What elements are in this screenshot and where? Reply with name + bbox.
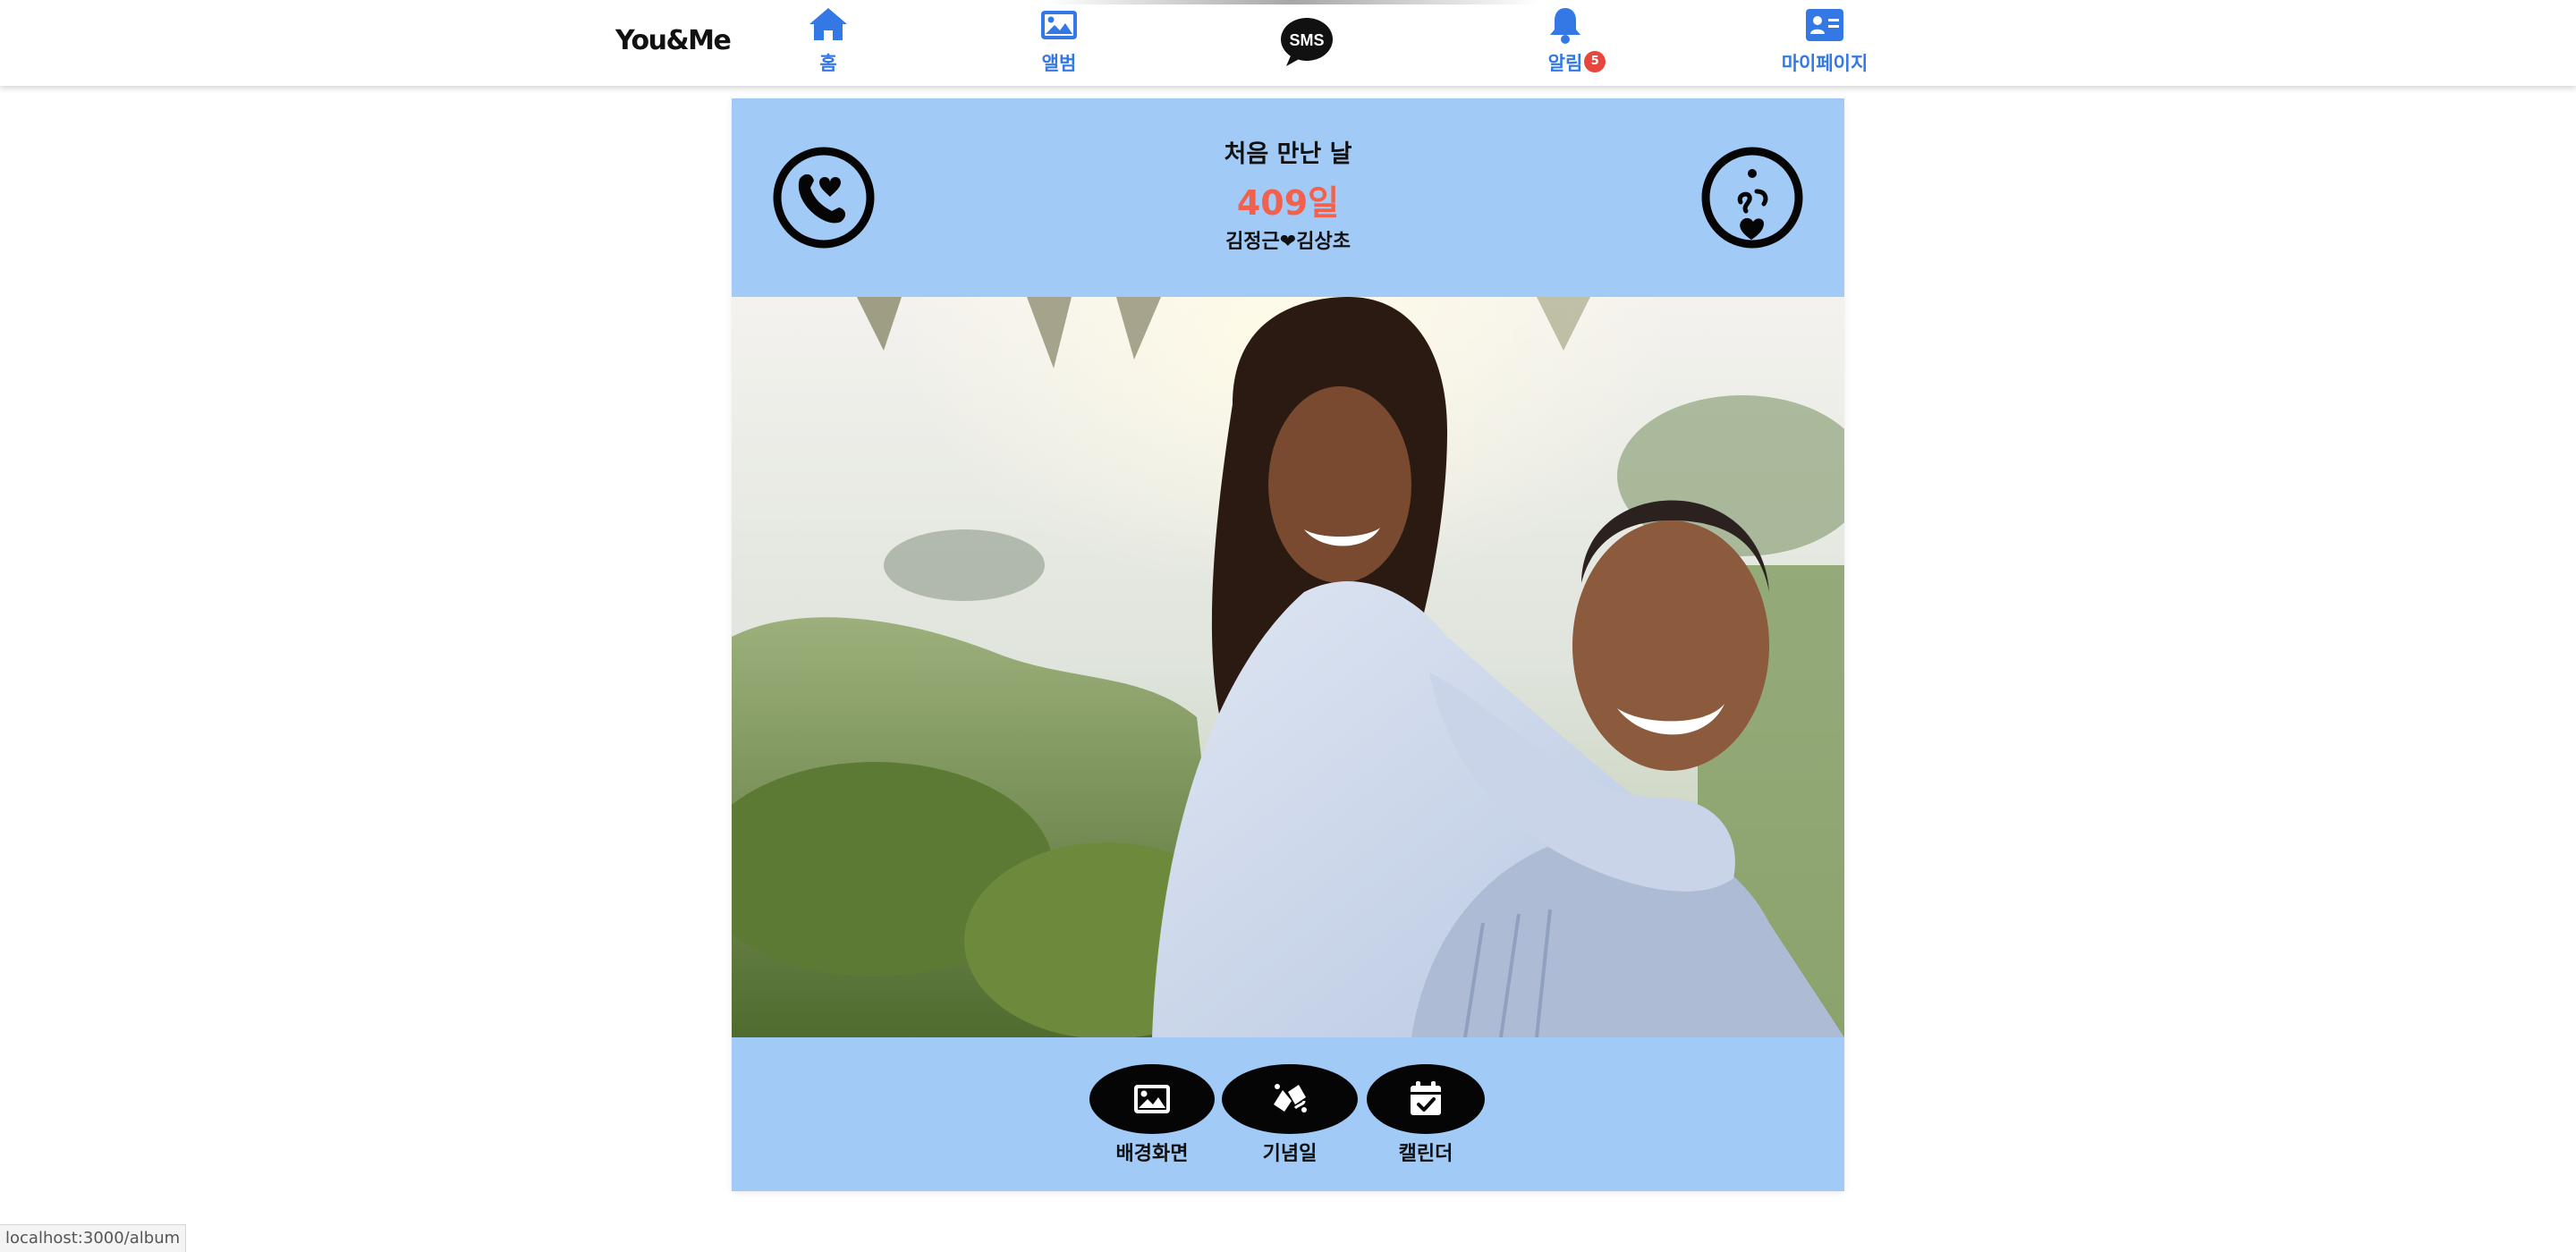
- bell-icon: [1544, 4, 1587, 47]
- celebration-icon: [1222, 1064, 1358, 1134]
- nav-mypage[interactable]: 마이페이지: [1744, 4, 1905, 79]
- notification-badge: 5: [1584, 51, 1606, 72]
- nav-album-label: 앨범: [1041, 53, 1077, 74]
- card-footer: 배경화면 기념일 캘린더: [732, 1037, 1844, 1191]
- anniversary-label: 기념일: [1262, 1143, 1318, 1165]
- nav-mypage-label: 마이페이지: [1781, 53, 1868, 74]
- calendar-label: 캘린더: [1398, 1143, 1453, 1165]
- nav-home[interactable]: 홈: [748, 4, 909, 79]
- wallpaper-label: 배경화면: [1115, 1143, 1189, 1165]
- image-icon: [1089, 1064, 1215, 1134]
- top-navigation-bar: You&Me 홈 앨범 SMS 알림 5 마이페이지: [0, 0, 2576, 86]
- status-url: localhost:3000/album: [0, 1224, 187, 1252]
- sms-bubble-icon[interactable]: SMS: [1279, 16, 1335, 68]
- image-icon: [1038, 4, 1080, 47]
- id-card-icon: [1803, 4, 1846, 47]
- couple-card: 처음 만난 날 409일 김정근❤김상초 배경화면 기념일 캘린더: [732, 98, 1844, 1191]
- nav-alarm-text: 알림: [1547, 53, 1583, 74]
- first-meet-title: 처음 만난 날: [1224, 140, 1352, 168]
- nav-home-label: 홈: [819, 53, 837, 74]
- anniversary-button[interactable]: 기념일: [1222, 1064, 1358, 1166]
- home-icon: [807, 4, 850, 47]
- couple-names: 김정근❤김상초: [1225, 231, 1351, 253]
- sms-text: SMS: [1289, 31, 1324, 49]
- nav-alarm[interactable]: 알림 5: [1485, 4, 1646, 79]
- nav-alarm-label: 알림 5: [1547, 49, 1606, 76]
- nav-album[interactable]: 앨범: [979, 4, 1140, 79]
- brand-logo[interactable]: You&Me: [615, 21, 732, 61]
- calendar-button[interactable]: 캘린더: [1367, 1064, 1485, 1166]
- day-count: 409일: [1236, 183, 1340, 223]
- kiss-face-icon[interactable]: [1701, 147, 1803, 249]
- card-header: 처음 만난 날 409일 김정근❤김상초: [732, 98, 1844, 297]
- wallpaper-button[interactable]: 배경화면: [1089, 1064, 1215, 1166]
- couple-photo: [732, 297, 1844, 1037]
- heart-phone-icon[interactable]: [773, 147, 875, 249]
- calendar-check-icon: [1367, 1064, 1485, 1134]
